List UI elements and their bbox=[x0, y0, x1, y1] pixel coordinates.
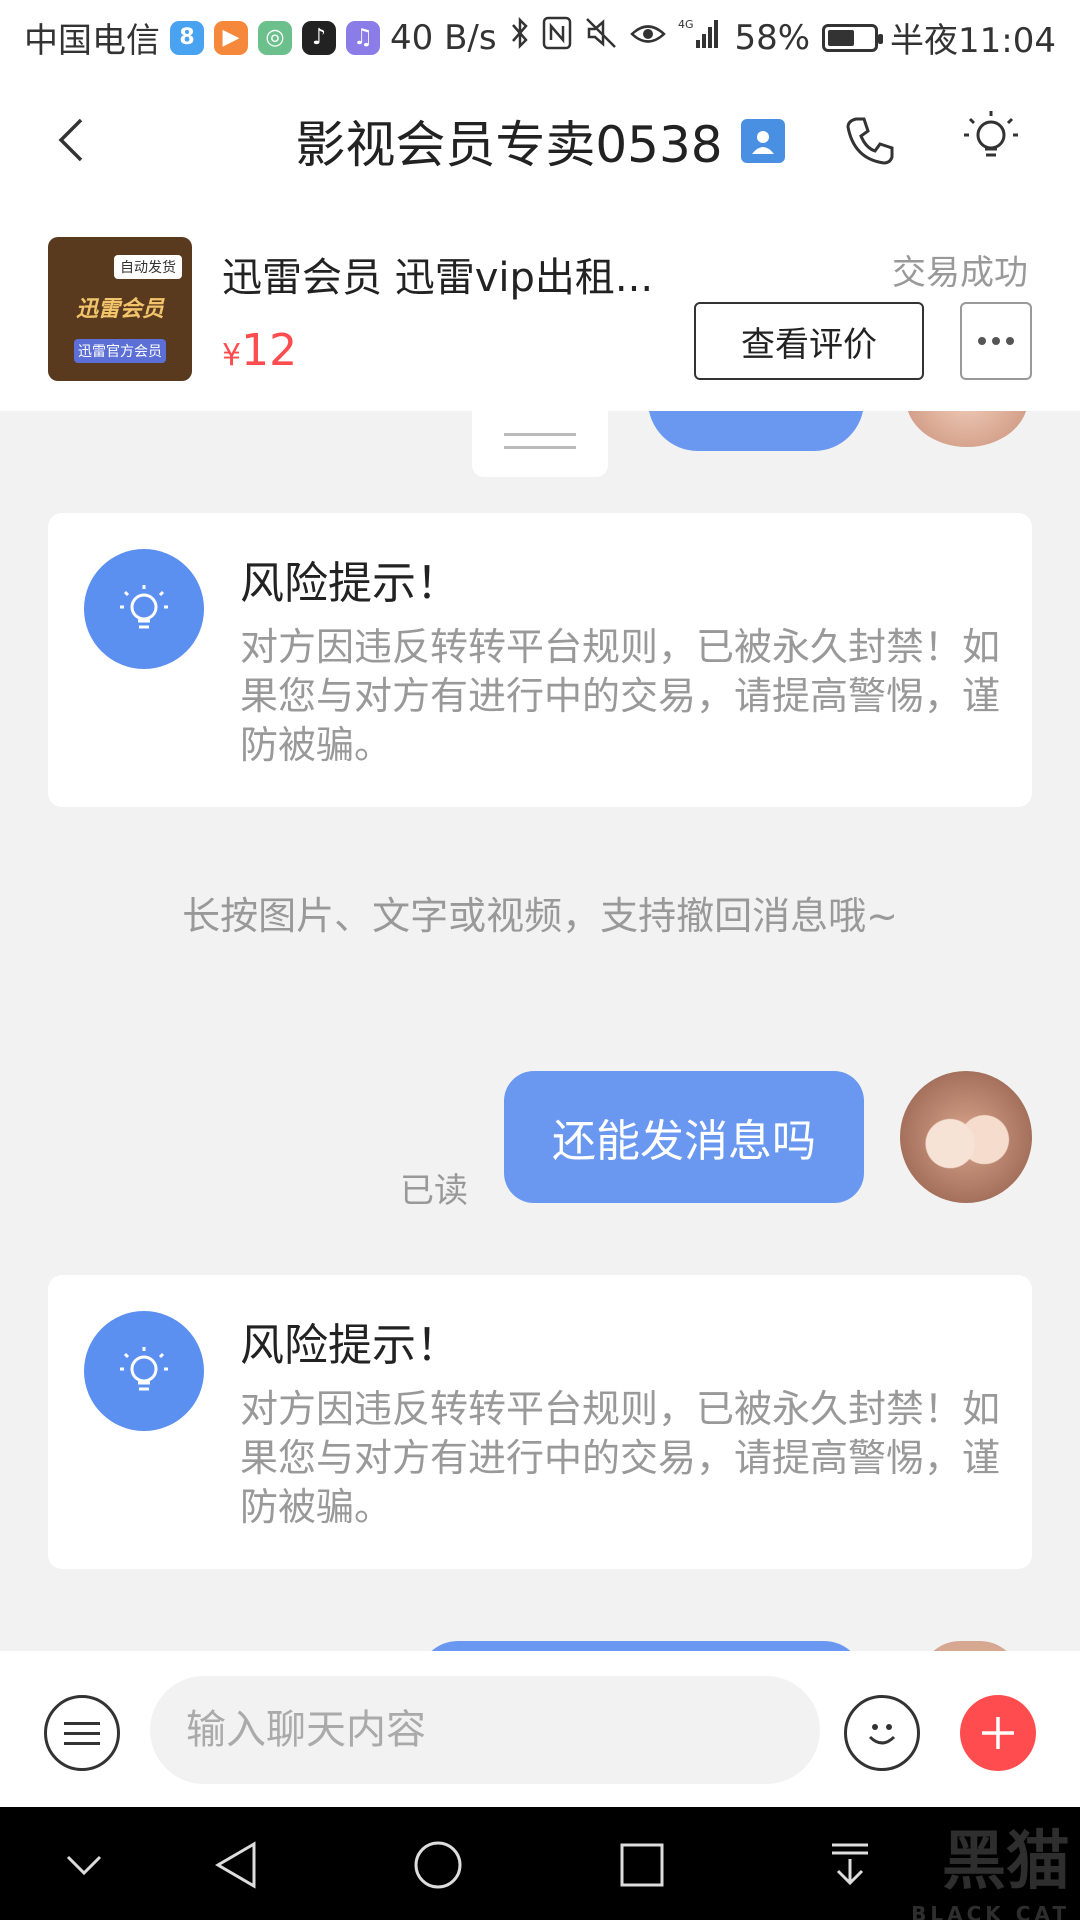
thumb-logo: 迅雷会员 bbox=[75, 297, 164, 322]
carrier-label: 中国电信 bbox=[24, 21, 160, 61]
circle-home-icon bbox=[414, 1841, 462, 1889]
chevron-down-icon bbox=[66, 1855, 102, 1876]
net-speed: 40 B/s bbox=[390, 17, 497, 58]
status-bar: 中国电信 8 ▶ ◎ ♪ ♫ 40 B/s 4G 58% 半夜11:04 bbox=[0, 0, 1080, 75]
clock: 半夜11:04 bbox=[890, 21, 1056, 61]
message-bubble-partial[interactable] bbox=[418, 1641, 864, 1651]
bluetooth-icon bbox=[510, 16, 530, 59]
pull-handle[interactable] bbox=[472, 411, 608, 477]
product-thumbnail[interactable]: 自动发货 迅雷会员 迅雷官方会员 bbox=[48, 237, 192, 381]
app-notification-icon: 8 bbox=[170, 20, 204, 55]
thumb-tag: 自动发货 bbox=[114, 255, 182, 279]
avatar[interactable] bbox=[920, 1641, 1020, 1651]
read-status: 已读 bbox=[400, 1171, 468, 1211]
tips-button[interactable] bbox=[956, 103, 1026, 173]
more-dot bbox=[992, 337, 1000, 345]
chat-input[interactable] bbox=[150, 1676, 820, 1784]
page-title: 影视会员专卖0538 bbox=[295, 116, 723, 174]
emoji-button[interactable] bbox=[844, 1695, 920, 1771]
browser-app-icon: ◎ bbox=[258, 20, 292, 55]
svg-text:4G: 4G bbox=[678, 18, 694, 31]
menu-button[interactable] bbox=[44, 1695, 120, 1771]
watermark: 黑猫 BLACK CAT bbox=[810, 1810, 1080, 1920]
risk-title: 风险提示！ bbox=[240, 1320, 460, 1371]
chat-messages[interactable]: 风险提示！ 对方因违反转转平台规则，已被永久封禁！如果您与对方有进行中的交易，请… bbox=[0, 411, 1080, 1651]
avatar[interactable] bbox=[906, 411, 1028, 447]
nfc-icon bbox=[542, 16, 572, 59]
risk-bulb-icon bbox=[84, 1311, 204, 1431]
music-app-icon: ♫ bbox=[346, 20, 380, 55]
watermark-text: 黑猫 bbox=[942, 1825, 1070, 1899]
risk-warning-card: 风险提示！ 对方因违反转转平台规则，已被永久封禁！如果您与对方有进行中的交易，请… bbox=[48, 1275, 1032, 1569]
product-price: ¥12 bbox=[222, 325, 297, 376]
risk-text: 对方因违反转转平台规则，已被永久封禁！如果您与对方有进行中的交易，请提高警惕，谨… bbox=[240, 1387, 1001, 1529]
mute-icon bbox=[584, 16, 618, 59]
more-dot bbox=[978, 337, 986, 345]
system-tip: 长按图片、文字或视频，支持撤回消息哦~ bbox=[182, 894, 898, 938]
signal-icon: 4G bbox=[678, 16, 722, 59]
price-value: 12 bbox=[241, 325, 298, 376]
phone-button[interactable] bbox=[838, 109, 902, 173]
battery-percent: 58% bbox=[734, 17, 811, 58]
message-bubble-partial[interactable] bbox=[648, 411, 864, 451]
more-dot bbox=[1006, 337, 1014, 345]
nav-recents-button[interactable] bbox=[610, 1835, 674, 1895]
smiley-icon bbox=[868, 1724, 896, 1745]
avatar[interactable] bbox=[900, 1071, 1032, 1203]
chat-header: 影视会员专卖0538 bbox=[0, 75, 1080, 205]
message-bubble[interactable]: 还能发消息吗 bbox=[504, 1071, 864, 1203]
bulb-icon bbox=[964, 111, 1018, 157]
risk-title: 风险提示！ bbox=[240, 558, 460, 609]
view-review-button[interactable]: 查看评价 bbox=[694, 302, 924, 380]
nav-back-button[interactable] bbox=[204, 1835, 268, 1895]
triangle-back-icon bbox=[215, 1841, 256, 1889]
plus-icon bbox=[982, 1717, 1014, 1749]
currency-symbol: ¥ bbox=[222, 338, 242, 373]
risk-warning-card: 风险提示！ 对方因违反转转平台规则，已被永久封禁！如果您与对方有进行中的交易，请… bbox=[48, 513, 1032, 807]
risk-text: 对方因违反转转平台规则，已被永久封禁！如果您与对方有进行中的交易，请提高警惕，谨… bbox=[240, 625, 1001, 767]
add-button[interactable] bbox=[960, 1695, 1036, 1771]
input-bar bbox=[0, 1651, 1080, 1807]
nav-home-button[interactable] bbox=[406, 1835, 470, 1895]
eye-comfort-icon bbox=[630, 18, 667, 58]
trade-status: 交易成功 bbox=[892, 253, 1028, 293]
contact-icon[interactable] bbox=[740, 119, 785, 163]
video-app-icon: ▶ bbox=[214, 20, 248, 55]
product-card[interactable]: 自动发货 迅雷会员 迅雷官方会员 迅雷会员 迅雷vip出租... ¥12 交易成… bbox=[0, 205, 1080, 411]
hide-nav-button[interactable] bbox=[52, 1835, 116, 1895]
phone-icon bbox=[846, 117, 894, 165]
square-recents-icon bbox=[620, 1843, 664, 1887]
watermark-sub: BLACK CAT bbox=[911, 1902, 1070, 1920]
battery-icon bbox=[822, 23, 884, 52]
more-options-button[interactable] bbox=[960, 302, 1032, 380]
product-title[interactable]: 迅雷会员 迅雷vip出租... bbox=[222, 245, 662, 303]
risk-bulb-icon bbox=[84, 549, 204, 669]
thumb-footer: 迅雷官方会员 bbox=[74, 339, 166, 363]
tiktok-app-icon: ♪ bbox=[302, 20, 336, 55]
